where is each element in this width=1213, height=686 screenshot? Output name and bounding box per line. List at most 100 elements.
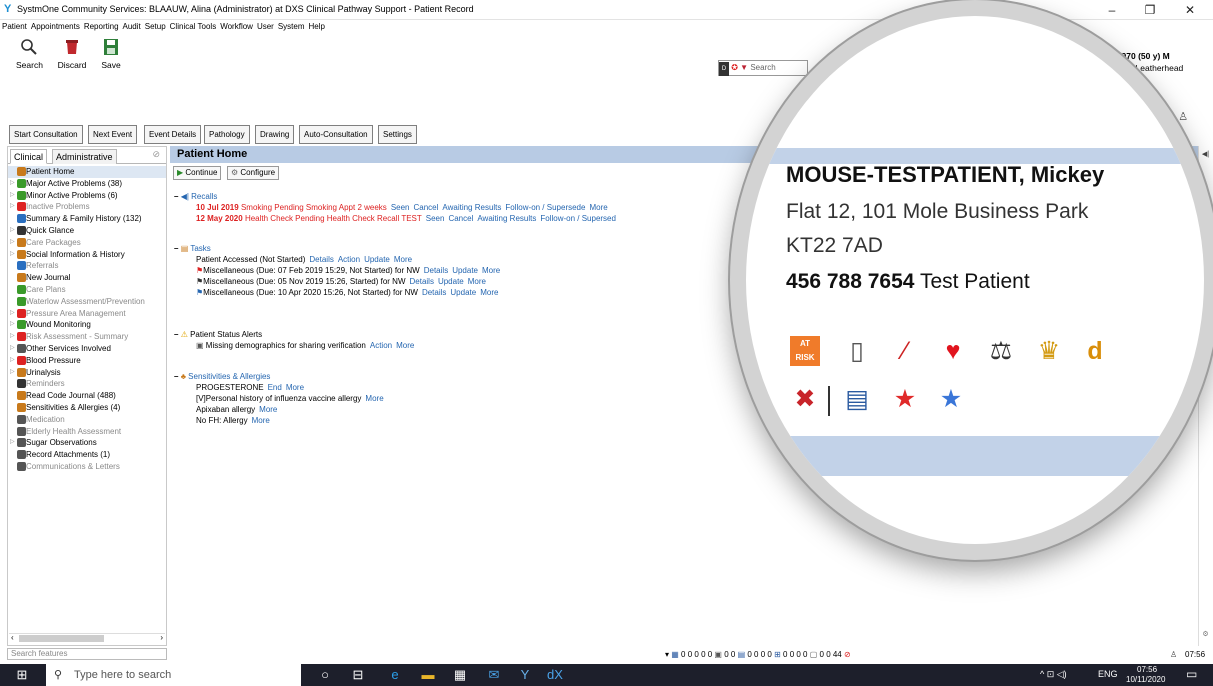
sidebar-item-other-services-involved[interactable]: ▷ Other Services Involved [8, 343, 166, 355]
menu-appointments[interactable]: Appointments [29, 20, 82, 34]
menu-setup[interactable]: Setup [143, 20, 168, 34]
expand-icon[interactable]: ▷ [10, 178, 15, 190]
store-icon[interactable]: ▦ [452, 667, 468, 683]
details-link[interactable]: Details [418, 288, 446, 297]
menu-patient[interactable]: Patient [0, 20, 29, 34]
panel-gear-icon[interactable]: ⚙ [1199, 630, 1212, 638]
more-link[interactable]: More [361, 394, 383, 403]
cancel-link[interactable]: Cancel [444, 214, 473, 223]
details-link[interactable]: Details [406, 277, 434, 286]
settings-button[interactable]: Settings [378, 125, 417, 144]
sidebar-item-summary-family-history-132[interactable]: Summary & Family History (132) [8, 213, 166, 225]
sidebar-item-reminders[interactable]: Reminders [8, 378, 166, 390]
dxs-taskbar-icon[interactable]: dX [547, 667, 563, 683]
tasks-heading[interactable]: Tasks [190, 244, 210, 253]
alerts-heading[interactable]: Patient Status Alerts [190, 330, 262, 339]
sidebar-item-blood-pressure[interactable]: ▷ Blood Pressure [8, 355, 166, 367]
sidebar-horizontal-scrollbar[interactable]: ‹ › [9, 633, 165, 643]
red-star-icon[interactable]: ★ [890, 384, 920, 414]
menu-audit[interactable]: Audit [121, 20, 143, 34]
mail-icon[interactable]: ✉ [486, 667, 502, 683]
sensitivities-heading[interactable]: Sensitivities & Allergies [188, 372, 270, 381]
save-button[interactable]: Save [98, 38, 124, 70]
device-icon[interactable]: ▯ [842, 336, 872, 366]
sidebar-item-wound-monitoring[interactable]: ▷ Wound Monitoring [8, 319, 166, 331]
more-link[interactable]: More [392, 341, 414, 350]
expand-icon[interactable]: ▷ [10, 343, 15, 355]
update-link[interactable]: Update [448, 266, 478, 275]
pin-icon[interactable]: ⊘ [152, 149, 160, 160]
heart-icon[interactable]: ♥ [938, 336, 968, 366]
sidebar-item-read-code-journal-488[interactable]: Read Code Journal (488) [8, 390, 166, 402]
more-link[interactable]: More [478, 266, 500, 275]
sidebar-item-inactive-problems[interactable]: ▷ Inactive Problems [8, 201, 166, 213]
follow-on-link[interactable]: Follow-on / Supersed [536, 214, 616, 223]
status-dropdown-icon[interactable]: ▾ [665, 650, 669, 659]
expand-icon[interactable]: ▷ [10, 237, 15, 249]
sidebar-item-medication[interactable]: Medication [8, 414, 166, 426]
language-indicator[interactable]: ENG [1098, 669, 1118, 679]
action-link[interactable]: Action [366, 341, 392, 350]
details-link[interactable]: Details [305, 255, 333, 264]
cross-icon[interactable]: ✖ [790, 384, 820, 414]
scroll-left-icon[interactable]: ‹ [11, 633, 14, 642]
menu-help[interactable]: Help [307, 20, 327, 34]
sidebar-item-elderly-health-assessment[interactable]: Elderly Health Assessment [8, 426, 166, 438]
systmone-taskbar-icon[interactable]: Y [517, 667, 533, 683]
sidebar-item-new-journal[interactable]: New Journal [8, 272, 166, 284]
sidebar-item-major-active-problems-38[interactable]: ▷ Major Active Problems (38) [8, 178, 166, 190]
social-icon[interactable]: ♛ [1034, 336, 1064, 366]
sidebar-item-risk-assessment-summary[interactable]: ▷ Risk Assessment - Summary [8, 331, 166, 343]
windows-start-icon[interactable]: ⊞ [14, 667, 30, 683]
menu-reporting[interactable]: Reporting [82, 20, 121, 34]
expand-icon[interactable]: ▷ [10, 367, 15, 379]
sidebar-item-communications-letters[interactable]: Communications & Letters [8, 461, 166, 473]
blue-star-icon[interactable]: ★ [936, 384, 966, 414]
expand-icon[interactable]: ▷ [10, 249, 15, 261]
expand-icon[interactable]: ▷ [10, 201, 15, 213]
taskbar-search-box[interactable]: ⚲ Type here to search [46, 664, 301, 686]
more-link[interactable]: More [585, 203, 607, 212]
d-icon[interactable]: d [1080, 336, 1110, 366]
expand-icon[interactable]: ▷ [10, 319, 15, 331]
more-link[interactable]: More [390, 255, 412, 264]
expand-icon[interactable]: ▷ [10, 190, 15, 202]
more-link[interactable]: More [282, 383, 304, 392]
family-icon[interactable]: ⚖ [986, 336, 1016, 366]
configure-button[interactable]: ⚙ Configure [227, 166, 280, 180]
edge-icon[interactable]: e [387, 667, 403, 683]
update-link[interactable]: Update [360, 255, 390, 264]
cortana-icon[interactable]: ○ [317, 667, 333, 683]
pathology-button[interactable]: Pathology [204, 125, 250, 144]
menu-user[interactable]: User [255, 20, 276, 34]
end-link[interactable]: End [264, 383, 282, 392]
action-link[interactable]: Action [334, 255, 360, 264]
sidebar-item-care-packages[interactable]: ▷ Care Packages [8, 237, 166, 249]
sidebar-item-care-plans[interactable]: Care Plans [8, 284, 166, 296]
shield-document-icon[interactable]: ▤ [842, 384, 872, 414]
menu-clinical-tools[interactable]: Clinical Tools [168, 20, 219, 34]
expand-icon[interactable]: ▷ [10, 331, 15, 343]
system-tray-icons[interactable]: ^ ⊡ ◁) [1040, 669, 1067, 680]
drawing-button[interactable]: Drawing [255, 125, 295, 144]
syringe-icon[interactable]: ⁄ [890, 336, 920, 366]
seen-link[interactable]: Seen [387, 203, 410, 212]
update-link[interactable]: Update [446, 288, 476, 297]
expand-icon[interactable]: ▷ [10, 308, 15, 320]
event-details-button[interactable]: Event Details [144, 125, 202, 144]
more-link[interactable]: More [476, 288, 498, 297]
more-link[interactable]: More [255, 405, 277, 414]
follow-on-link[interactable]: Follow-on / Supersede [501, 203, 585, 212]
sidebar-item-waterlow-assessment-prevention[interactable]: Waterlow Assessment/Prevention [8, 296, 166, 308]
sidebar-item-record-attachments-1[interactable]: Record Attachments (1) [8, 449, 166, 461]
awaiting-results-link[interactable]: Awaiting Results [438, 203, 501, 212]
sidebar-item-urinalysis[interactable]: ▷ Urinalysis [8, 367, 166, 379]
tab-clinical[interactable]: Clinical [10, 149, 48, 164]
scrollbar-thumb[interactable] [19, 635, 104, 642]
expand-icon[interactable]: ▷ [10, 225, 15, 237]
task-view-icon[interactable]: ⊟ [350, 667, 366, 683]
scroll-right-icon[interactable]: › [160, 633, 163, 642]
taskbar-time[interactable]: 07:56 [1137, 665, 1157, 674]
awaiting-results-link[interactable]: Awaiting Results [473, 214, 536, 223]
menu-workflow[interactable]: Workflow [218, 20, 255, 34]
